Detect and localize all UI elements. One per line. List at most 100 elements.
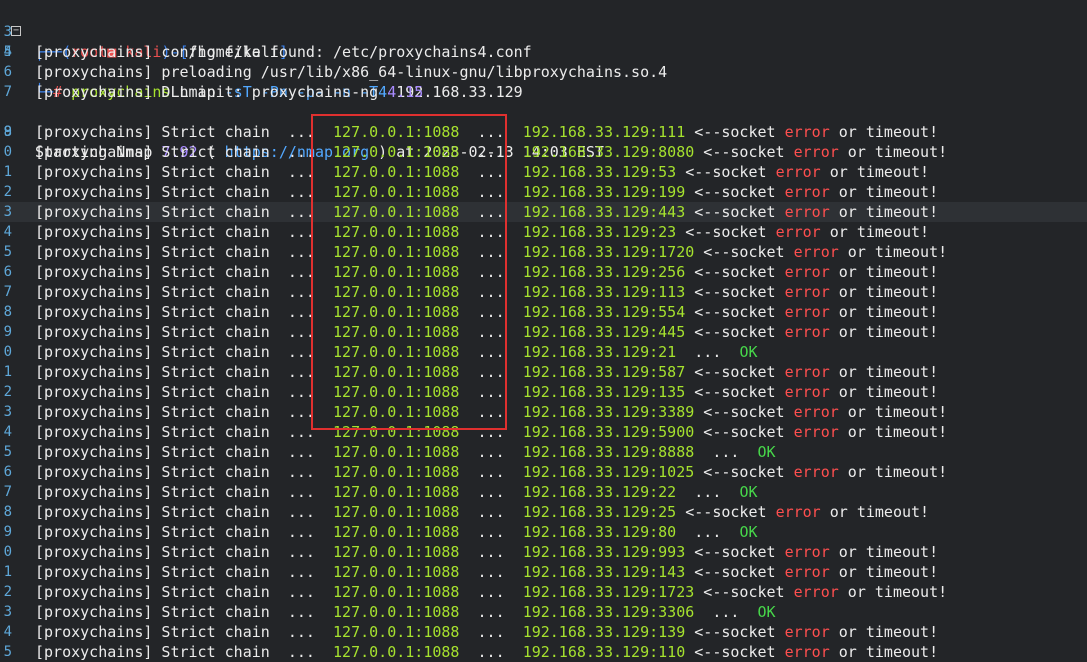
chain-line: 5 [proxychains] Strict chain ... 127.0.0.… [0, 642, 1087, 662]
socket-label: <--socket [685, 383, 785, 401]
socket-label: <--socket [694, 243, 794, 261]
proxychains-prefix: [proxychains] [35, 443, 153, 461]
status-error: error [793, 143, 839, 161]
line-number: 9 [3, 524, 12, 540]
status-error: error [793, 583, 839, 601]
line-number: 5 [3, 444, 12, 460]
socket-label: <--socket [685, 203, 785, 221]
chain-mode: Strict chain ... [152, 443, 334, 461]
chain-line: 0 [proxychains] Strict chain ... 127.0.0.… [0, 142, 1087, 162]
proxychains-prefix: [proxychains] [35, 363, 153, 381]
status-error: error [775, 223, 821, 241]
proxy-address: 127.0.0.1:1088 [333, 283, 460, 301]
proxychains-prefix: [proxychains] [35, 83, 153, 101]
status-ok: OK [757, 443, 776, 461]
terminal-window[interactable]: 3 ┌──(root■ kali)-[/home/kali] 4 − └─# p… [0, 0, 1087, 661]
proxy-address: 127.0.0.1:1088 [333, 303, 460, 321]
proxychains-prefix: [proxychains] [35, 523, 153, 541]
timeout-label: or timeout! [838, 423, 948, 441]
line-number: 0 [3, 344, 12, 360]
line-number: 8 [3, 304, 12, 320]
proxychains-prefix: [proxychains] [35, 63, 153, 81]
fold-toggle-icon[interactable]: − [11, 26, 21, 36]
line-number: 2 [3, 184, 12, 200]
chain-mode: Strict chain ... [152, 183, 334, 201]
ok-separator: ... [694, 443, 758, 461]
status-error: error [784, 283, 830, 301]
target-port: 192.168.33.129:139 [522, 623, 686, 641]
chain-mode: Strict chain ... [152, 383, 334, 401]
chain-separator: ... [459, 463, 523, 481]
status-ok: OK [739, 523, 758, 541]
status-error: error [793, 403, 839, 421]
line-number: 2 [3, 384, 12, 400]
target-port: 192.168.33.129:445 [522, 323, 686, 341]
proxy-address: 127.0.0.1:1088 [333, 503, 460, 521]
timeout-label: or timeout! [829, 283, 939, 301]
proxy-address: 127.0.0.1:1088 [333, 603, 460, 621]
command-line[interactable]: 4 − └─# proxychains nmap -sT -Pn -p- -n … [0, 22, 1087, 102]
target-port: 192.168.33.129:25 [522, 503, 677, 521]
target-port: 192.168.33.129:993 [522, 543, 686, 561]
ok-separator: ... [676, 483, 740, 501]
socket-label: <--socket [676, 163, 776, 181]
chain-line: 8 [proxychains] Strict chain ... 127.0.0.… [0, 502, 1087, 522]
status-error: error [784, 123, 830, 141]
status-error: error [784, 383, 830, 401]
status-error: error [784, 643, 830, 661]
line-number: 5 [3, 644, 12, 660]
line-number: 4 [3, 424, 12, 440]
target-port: 192.168.33.129:21 [522, 343, 677, 361]
proxy-address: 127.0.0.1:1088 [333, 323, 460, 341]
line-number: 6 [3, 464, 12, 480]
chain-line: 1 [proxychains] Strict chain ... 127.0.0.… [0, 362, 1087, 382]
socket-label: <--socket [685, 563, 785, 581]
chain-mode: Strict chain ... [152, 603, 334, 621]
chain-mode: Strict chain ... [152, 483, 334, 501]
proxychains-prefix: [proxychains] [35, 403, 153, 421]
proxy-address: 127.0.0.1:1088 [333, 363, 460, 381]
status-ok: OK [739, 343, 758, 361]
line-number: 6 [3, 264, 12, 280]
status-error: error [793, 463, 839, 481]
target-port: 192.168.33.129:443 [522, 203, 686, 221]
chain-line: 5 [proxychains] Strict chain ... 127.0.0.… [0, 442, 1087, 462]
timeout-label: or timeout! [829, 563, 939, 581]
proxychains-prefix: [proxychains] [35, 163, 153, 181]
proxychains-prefix: [proxychains] [35, 463, 153, 481]
socket-label: <--socket [685, 183, 785, 201]
chain-line: 4 [proxychains] Strict chain ... 127.0.0.… [0, 622, 1087, 642]
ok-separator: ... [676, 343, 740, 361]
target-port: 192.168.33.129:587 [522, 363, 686, 381]
timeout-label: or timeout! [829, 123, 939, 141]
line-number: 5 [3, 244, 12, 260]
chain-line: 0 [proxychains] Strict chain ... 127.0.0.… [0, 342, 1087, 362]
proxychains-prefix: [proxychains] [35, 203, 153, 221]
chain-line: 3 [proxychains] Strict chain ... 127.0.0.… [0, 602, 1087, 622]
proxy-address: 127.0.0.1:1088 [333, 243, 460, 261]
line-number: 9 [3, 124, 12, 140]
status-error: error [784, 263, 830, 281]
chain-mode: Strict chain ... [152, 623, 334, 641]
info-text: preloading /usr/lib/x86_64-linux-gnu/lib… [152, 63, 668, 81]
chain-mode: Strict chain ... [152, 203, 334, 221]
line-number: 3 [3, 604, 12, 620]
chain-separator: ... [459, 483, 523, 501]
status-ok: OK [739, 483, 758, 501]
proxy-address: 127.0.0.1:1088 [333, 523, 460, 541]
chain-mode: Strict chain ... [152, 403, 334, 421]
socket-label: <--socket [694, 463, 794, 481]
proxy-address: 127.0.0.1:1088 [333, 483, 460, 501]
target-port: 192.168.33.129:135 [522, 383, 686, 401]
chain-line: 1 [proxychains] Strict chain ... 127.0.0.… [0, 162, 1087, 182]
target-port: 192.168.33.129:23 [522, 223, 677, 241]
target-port: 192.168.33.129:8080 [522, 143, 695, 161]
target-port: 192.168.33.129:22 [522, 483, 677, 501]
socket-label: <--socket [694, 583, 794, 601]
prompt-line: 3 ┌──(root■ kali)-[/home/kali] [0, 2, 1087, 61]
proxy-address: 127.0.0.1:1088 [333, 143, 460, 161]
line-number: 2 [3, 584, 12, 600]
chain-mode: Strict chain ... [152, 423, 334, 441]
line-number: 1 [3, 564, 12, 580]
proxychains-info-line: 6 [proxychains] preloading /usr/lib/x86_6… [0, 62, 1087, 82]
